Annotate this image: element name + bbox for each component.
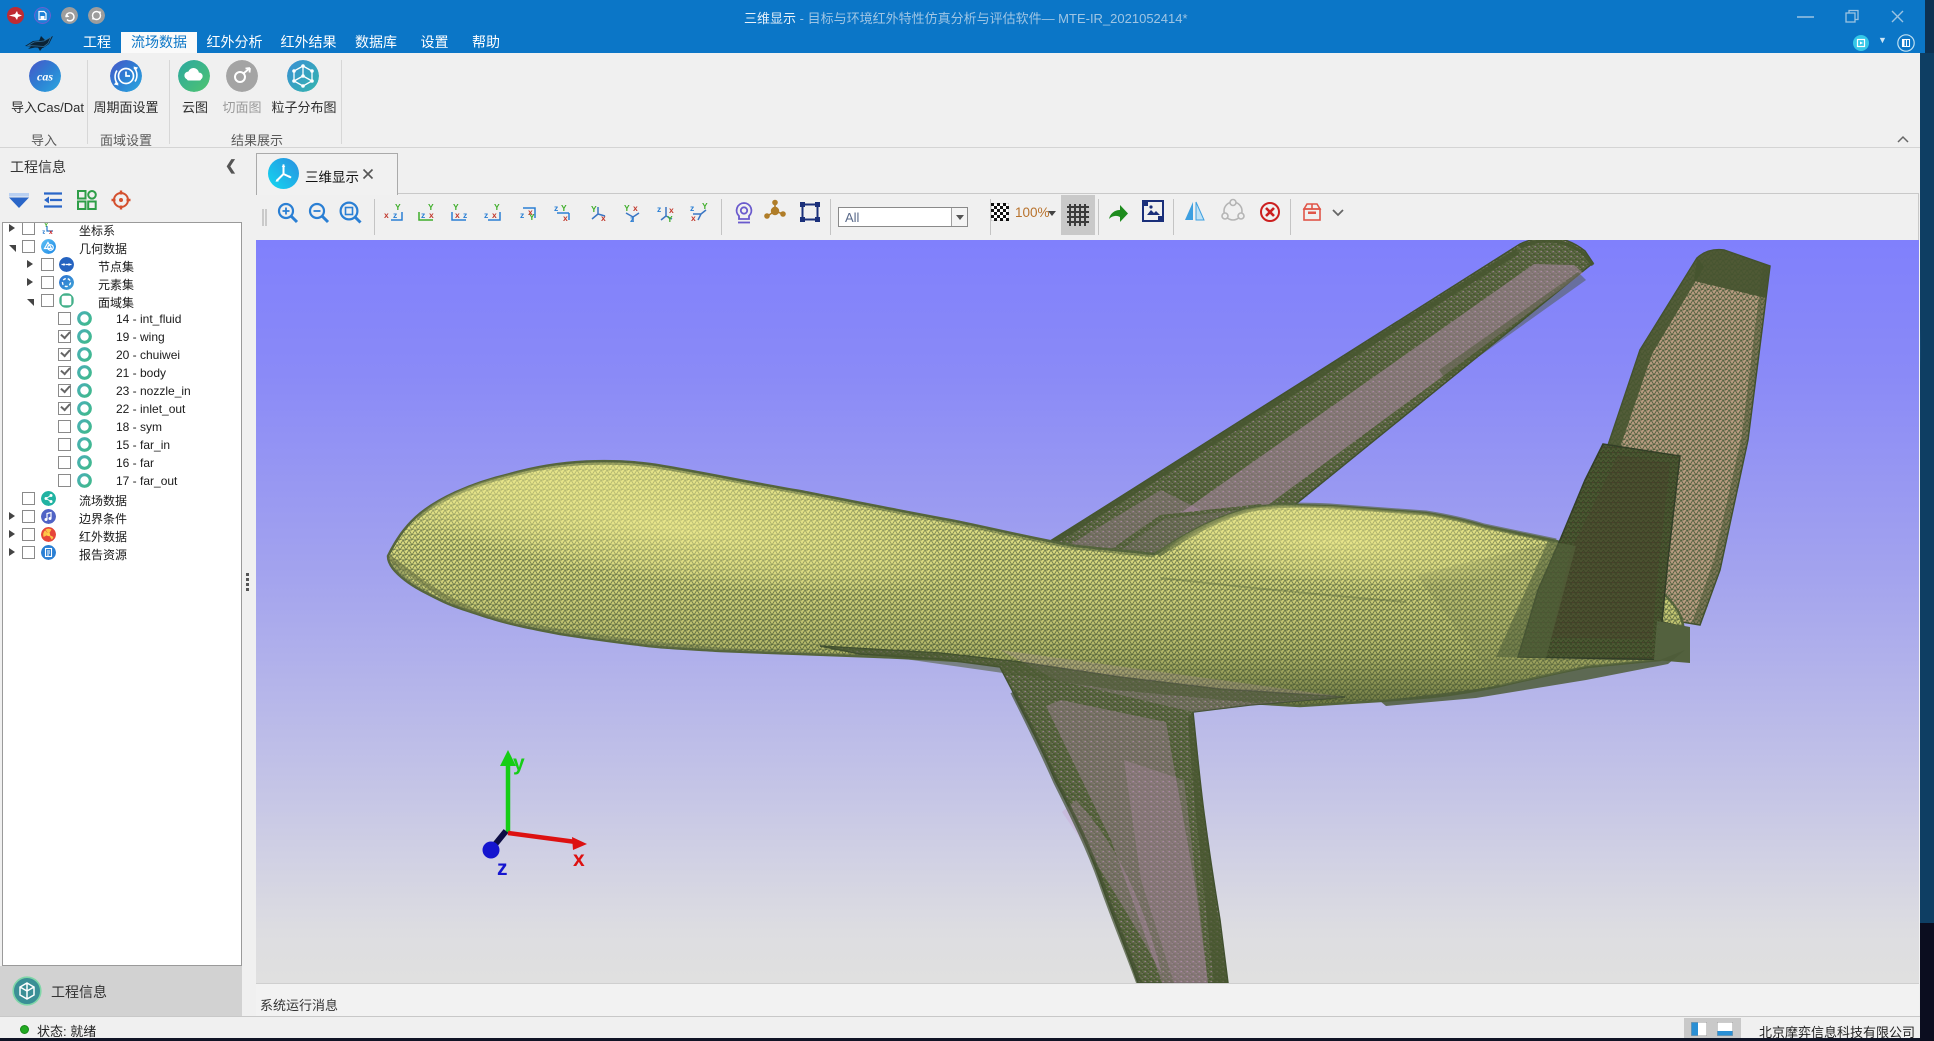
svg-text:z: z [421, 210, 425, 220]
svg-text:x: x [429, 210, 434, 220]
svg-text:x: x [573, 848, 585, 871]
svg-text:z: z [484, 210, 488, 220]
svg-text:x: x [601, 213, 606, 223]
svg-text:Y: Y [591, 204, 597, 214]
svg-text:Y: Y [624, 203, 630, 213]
svg-text:Y: Y [395, 202, 401, 212]
svg-text:y: y [513, 752, 525, 775]
svg-text:Y: Y [561, 203, 567, 213]
svg-text:Y: Y [667, 214, 673, 224]
svg-text:z: z [520, 210, 524, 220]
svg-text:Y: Y [702, 202, 708, 211]
svg-text:z: z [690, 203, 694, 213]
svg-text:x: x [563, 213, 568, 223]
svg-text:x: x [455, 210, 460, 220]
svg-text:x: x [49, 229, 53, 236]
svg-text:Y: Y [494, 202, 500, 212]
svg-text:z: z [497, 857, 508, 880]
svg-text:z: z [463, 210, 467, 220]
svg-text:x: x [528, 207, 533, 217]
svg-text:x: x [691, 213, 696, 223]
svg-text:cas: cas [37, 70, 53, 84]
svg-text:x: x [633, 203, 638, 213]
svg-text:z: z [630, 214, 634, 224]
svg-text:z: z [657, 204, 661, 214]
svg-text:z: z [554, 203, 558, 213]
svg-text:z: z [42, 229, 46, 236]
svg-text:x: x [384, 210, 389, 220]
